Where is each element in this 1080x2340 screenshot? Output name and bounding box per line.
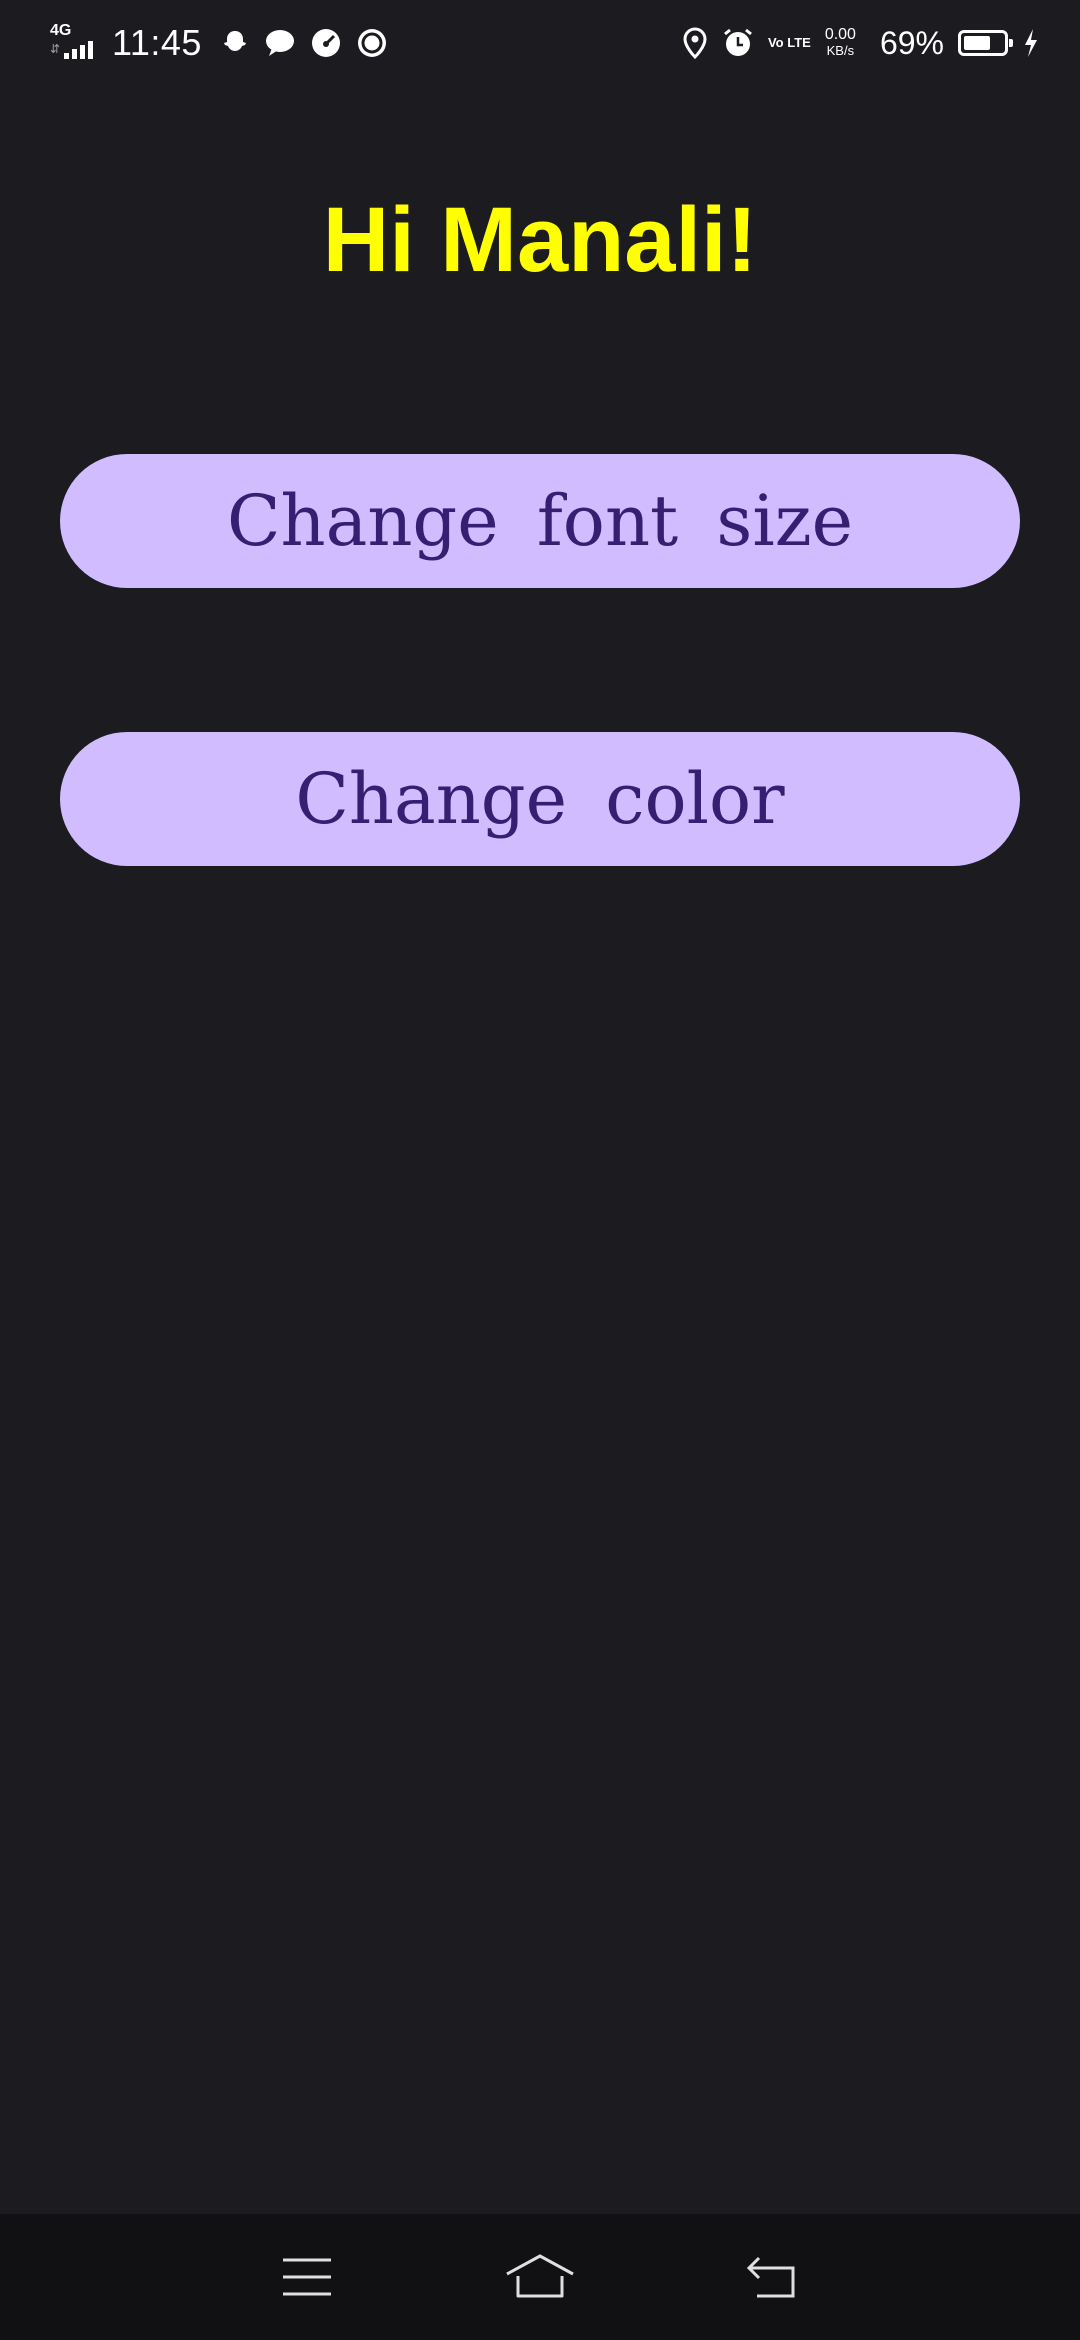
network-signal-icon: 4G ⇵ xyxy=(48,23,104,63)
network-speed: 0.00 KB/s xyxy=(825,27,856,59)
network-type: 4G xyxy=(50,22,72,39)
back-button[interactable] xyxy=(733,2237,813,2317)
status-bar: 4G ⇵ 11:45 Vo LTE 0.00 KB/s 69% xyxy=(0,0,1080,86)
back-icon xyxy=(747,2256,795,2298)
home-icon xyxy=(506,2254,574,2298)
menu-button[interactable] xyxy=(267,2237,347,2317)
volte-indicator: Vo LTE xyxy=(767,35,811,50)
status-bar-left: 4G ⇵ 11:45 xyxy=(48,22,388,64)
menu-icon xyxy=(282,2258,331,2296)
change-font-size-button[interactable]: Change font size xyxy=(60,454,1020,588)
home-button[interactable] xyxy=(500,2237,580,2317)
charging-icon xyxy=(1025,29,1037,57)
notification-icons xyxy=(220,27,388,59)
sync-icon xyxy=(357,29,386,57)
message-icon xyxy=(265,30,294,56)
clock: 11:45 xyxy=(112,22,202,63)
network-speed-unit: KB/s xyxy=(826,43,855,58)
network-speed-value: 0.00 xyxy=(824,26,856,43)
change-color-button[interactable]: Change color xyxy=(60,732,1020,866)
location-icon xyxy=(683,27,707,59)
status-bar-right: Vo LTE 0.00 KB/s 69% xyxy=(682,25,1040,62)
greeting-text: Hi Manali! xyxy=(322,189,758,291)
battery-percent: 69% xyxy=(879,24,944,61)
speedometer-icon xyxy=(311,29,340,57)
navigation-bar xyxy=(0,2214,1080,2340)
snapchat-icon xyxy=(223,31,246,51)
battery-icon xyxy=(958,30,1013,56)
alarm-icon xyxy=(724,28,752,56)
